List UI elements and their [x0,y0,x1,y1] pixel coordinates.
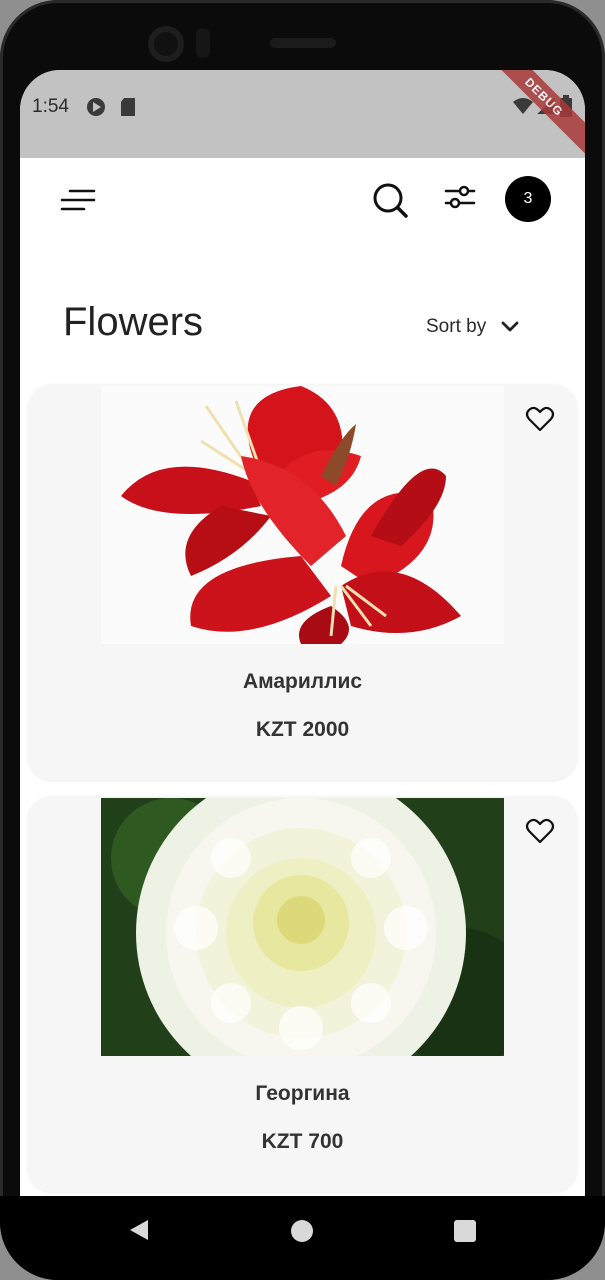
sort-label: Sort by [426,316,487,337]
product-card[interactable]: Георгина KZT 700 [28,796,577,1192]
proximity-sensor [196,28,210,58]
filter-icon [444,185,476,209]
menu-icon [60,189,96,211]
play-protect-icon [86,97,106,122]
product-name: Георгина [255,1082,350,1105]
recents-square-icon[interactable] [454,1220,476,1242]
page-title: Flowers [63,300,204,344]
sd-card-icon [120,97,136,122]
product-price: KZT 700 [261,1130,344,1153]
menu-button[interactable] [58,180,98,220]
status-bar: 1:54 DEBUG [20,70,585,158]
search-button[interactable] [370,180,410,220]
cart-count-badge[interactable]: 3 [505,176,551,222]
front-camera [148,26,184,62]
product-image-dahlia [101,798,504,1056]
debug-banner: DEBUG [483,70,585,158]
back-button[interactable] [128,1218,150,1247]
earpiece-speaker [270,38,336,48]
home-circle-icon[interactable] [291,1220,313,1242]
favorite-button[interactable] [525,404,555,434]
heart-icon [525,818,555,844]
filter-button[interactable] [442,180,478,216]
product-name: Амариллис [242,670,363,693]
favorite-button[interactable] [525,816,555,846]
search-icon [373,183,408,218]
app-screen: 1:54 DEBUG 3 Flowers Sort by Амариллис K… [20,70,585,1196]
back-triangle-icon [130,1220,148,1240]
wifi-icon [512,97,534,120]
product-price: KZT 2000 [255,718,350,741]
system-nav-bar [0,1196,605,1280]
chevron-down-icon [501,321,519,332]
heart-icon [525,406,555,432]
product-image-amaryllis [101,386,504,644]
product-card[interactable]: Амариллис KZT 2000 [28,384,577,780]
sort-dropdown[interactable]: Sort by [426,312,520,342]
phone-frame: 1:54 DEBUG 3 Flowers Sort by Амариллис K… [0,0,605,1280]
app-bar: 3 [20,158,585,248]
status-time: 1:54 [32,96,69,117]
